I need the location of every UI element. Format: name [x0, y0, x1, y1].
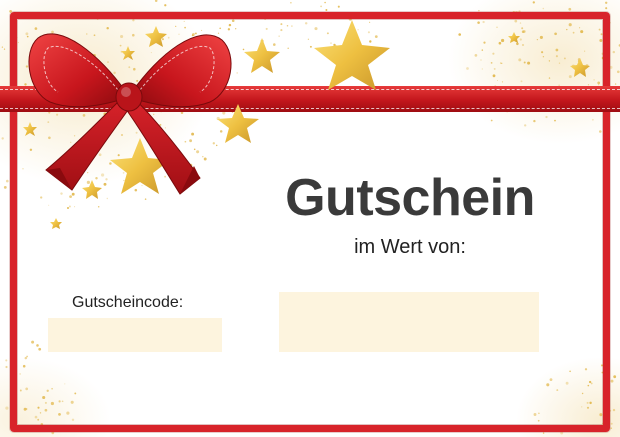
gold-star-icon — [50, 218, 62, 229]
gold-star-icon — [244, 38, 280, 73]
gold-star-icon — [217, 104, 259, 143]
gold-star-icon — [508, 32, 520, 43]
gold-star-icon — [82, 180, 102, 199]
gift-voucher: Gutschein im Wert von: Gutscheincode: — [0, 0, 620, 437]
voucher-title: Gutschein — [285, 169, 535, 227]
voucher-code-label: Gutscheincode: — [72, 294, 184, 311]
gold-star-icon — [314, 20, 390, 90]
value-subtitle: im Wert von: — [354, 236, 466, 258]
voucher-amount-field[interactable] — [279, 292, 539, 352]
gold-star-icon — [23, 122, 37, 136]
voucher-code-field[interactable] — [48, 318, 222, 352]
gold-star-icon — [121, 46, 135, 60]
gold-star-icon — [570, 58, 590, 77]
gold-star-icon — [145, 26, 167, 47]
